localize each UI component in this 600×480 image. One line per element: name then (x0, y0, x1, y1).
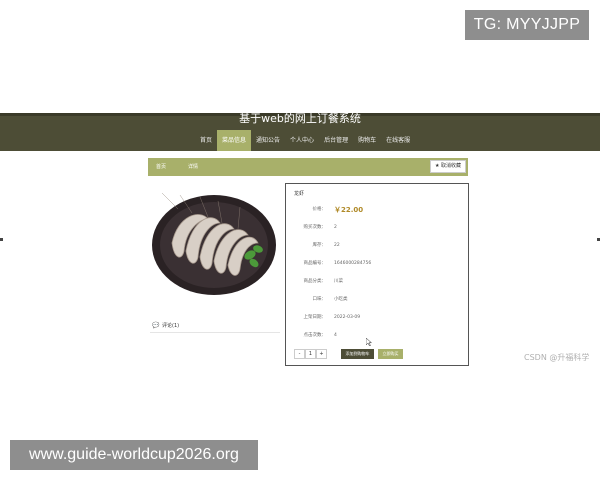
info-row-price: 价格： ￥22.00 (286, 204, 470, 216)
product-info-panel: 龙虾 价格： ￥22.00 购买次数： 2 库存： 22 商品编号： 16460… (285, 183, 469, 366)
edge-marker-left (0, 238, 3, 241)
info-row-purchases: 购买次数： 2 (286, 222, 470, 234)
info-label: 价格： (312, 207, 327, 212)
info-value: 4 (334, 333, 337, 338)
site-title: 基于web的网上订餐系统 (239, 113, 361, 125)
info-value: 2 (334, 225, 337, 230)
breadcrumb-home[interactable]: 首页 (156, 158, 166, 176)
info-row-flavor: 口味： 小吃类 (286, 294, 470, 306)
nav-item-notices[interactable]: 通知公告 (251, 130, 285, 151)
info-label: 购买次数： (303, 225, 327, 230)
main-nav: 首页 菜品信息 通知公告 个人中心 后台管理 购物车 在线客服 (195, 130, 415, 151)
info-value: 1646000284756 (334, 261, 372, 266)
site-header: 基于web的网上订餐系统 首页 菜品信息 通知公告 个人中心 后台管理 购物车 … (0, 113, 600, 151)
nav-item-home[interactable]: 首页 (195, 130, 217, 151)
nav-item-cart[interactable]: 购物车 (353, 130, 381, 151)
info-label: 口味： (312, 297, 327, 302)
info-row-category: 商品分类： 川菜 (286, 276, 470, 288)
shrimp-plate-image (152, 192, 276, 295)
watermark-bottom: www.guide-worldcup2026.org (10, 440, 258, 470)
buy-now-button[interactable]: 立即购买 (378, 349, 403, 359)
info-row-stock: 库存： 22 (286, 240, 470, 252)
quantity-stepper: - 1 + (294, 349, 327, 359)
breadcrumb-detail: 详情 (188, 164, 199, 170)
nav-item-support[interactable]: 在线客服 (381, 130, 415, 151)
info-label: 点击次数： (303, 333, 327, 338)
info-label: 上架日期： (303, 315, 327, 320)
info-row-clicks: 点击次数： 4 (286, 330, 470, 342)
info-value: 22 (334, 243, 340, 248)
info-value: 2022-03-09 (334, 315, 361, 320)
price-value: ￥22.00 (334, 206, 364, 214)
app-viewport: 基于web的网上订餐系统 首页 菜品信息 通知公告 个人中心 后台管理 购物车 … (0, 113, 600, 366)
nav-item-dishes[interactable]: 菜品信息 (217, 130, 252, 151)
csdn-watermark: CSDN @升福科学 (524, 353, 590, 362)
info-row-sku: 商品编号： 1646000284756 (286, 258, 470, 270)
info-label: 库存： (312, 243, 327, 248)
mouse-cursor-icon (366, 338, 372, 346)
nav-item-admin[interactable]: 后台管理 (319, 130, 353, 151)
reviews-header[interactable]: 💬 评论(1) (150, 319, 280, 333)
watermark-top: TG: MYYJJPP (465, 10, 589, 40)
nav-item-profile[interactable]: 个人中心 (285, 130, 319, 151)
reviews-label: 评论(1) (162, 323, 180, 329)
breadcrumb: 首页 详情 (148, 158, 468, 176)
quantity-input[interactable]: 1 (305, 349, 316, 359)
info-label: 商品编号： (303, 261, 327, 266)
info-row-date: 上架日期： 2022-03-09 (286, 312, 470, 324)
info-value: 小吃类 (334, 297, 348, 302)
cancel-favorite-button[interactable]: ★ 取消收藏 (430, 160, 466, 173)
info-value: 川菜 (334, 279, 343, 284)
comment-icon: 💬 (152, 322, 160, 329)
add-to-cart-button[interactable]: 添加到购物车 (341, 349, 374, 359)
quantity-plus-button[interactable]: + (316, 349, 327, 359)
screenshot-page: TG: MYYJJPP 基于web的网上订餐系统 首页 菜品信息 通知公告 个人… (0, 0, 600, 480)
product-name: 龙虾 (294, 191, 305, 197)
quantity-minus-button[interactable]: - (294, 349, 305, 359)
info-label: 商品分类： (303, 279, 327, 284)
